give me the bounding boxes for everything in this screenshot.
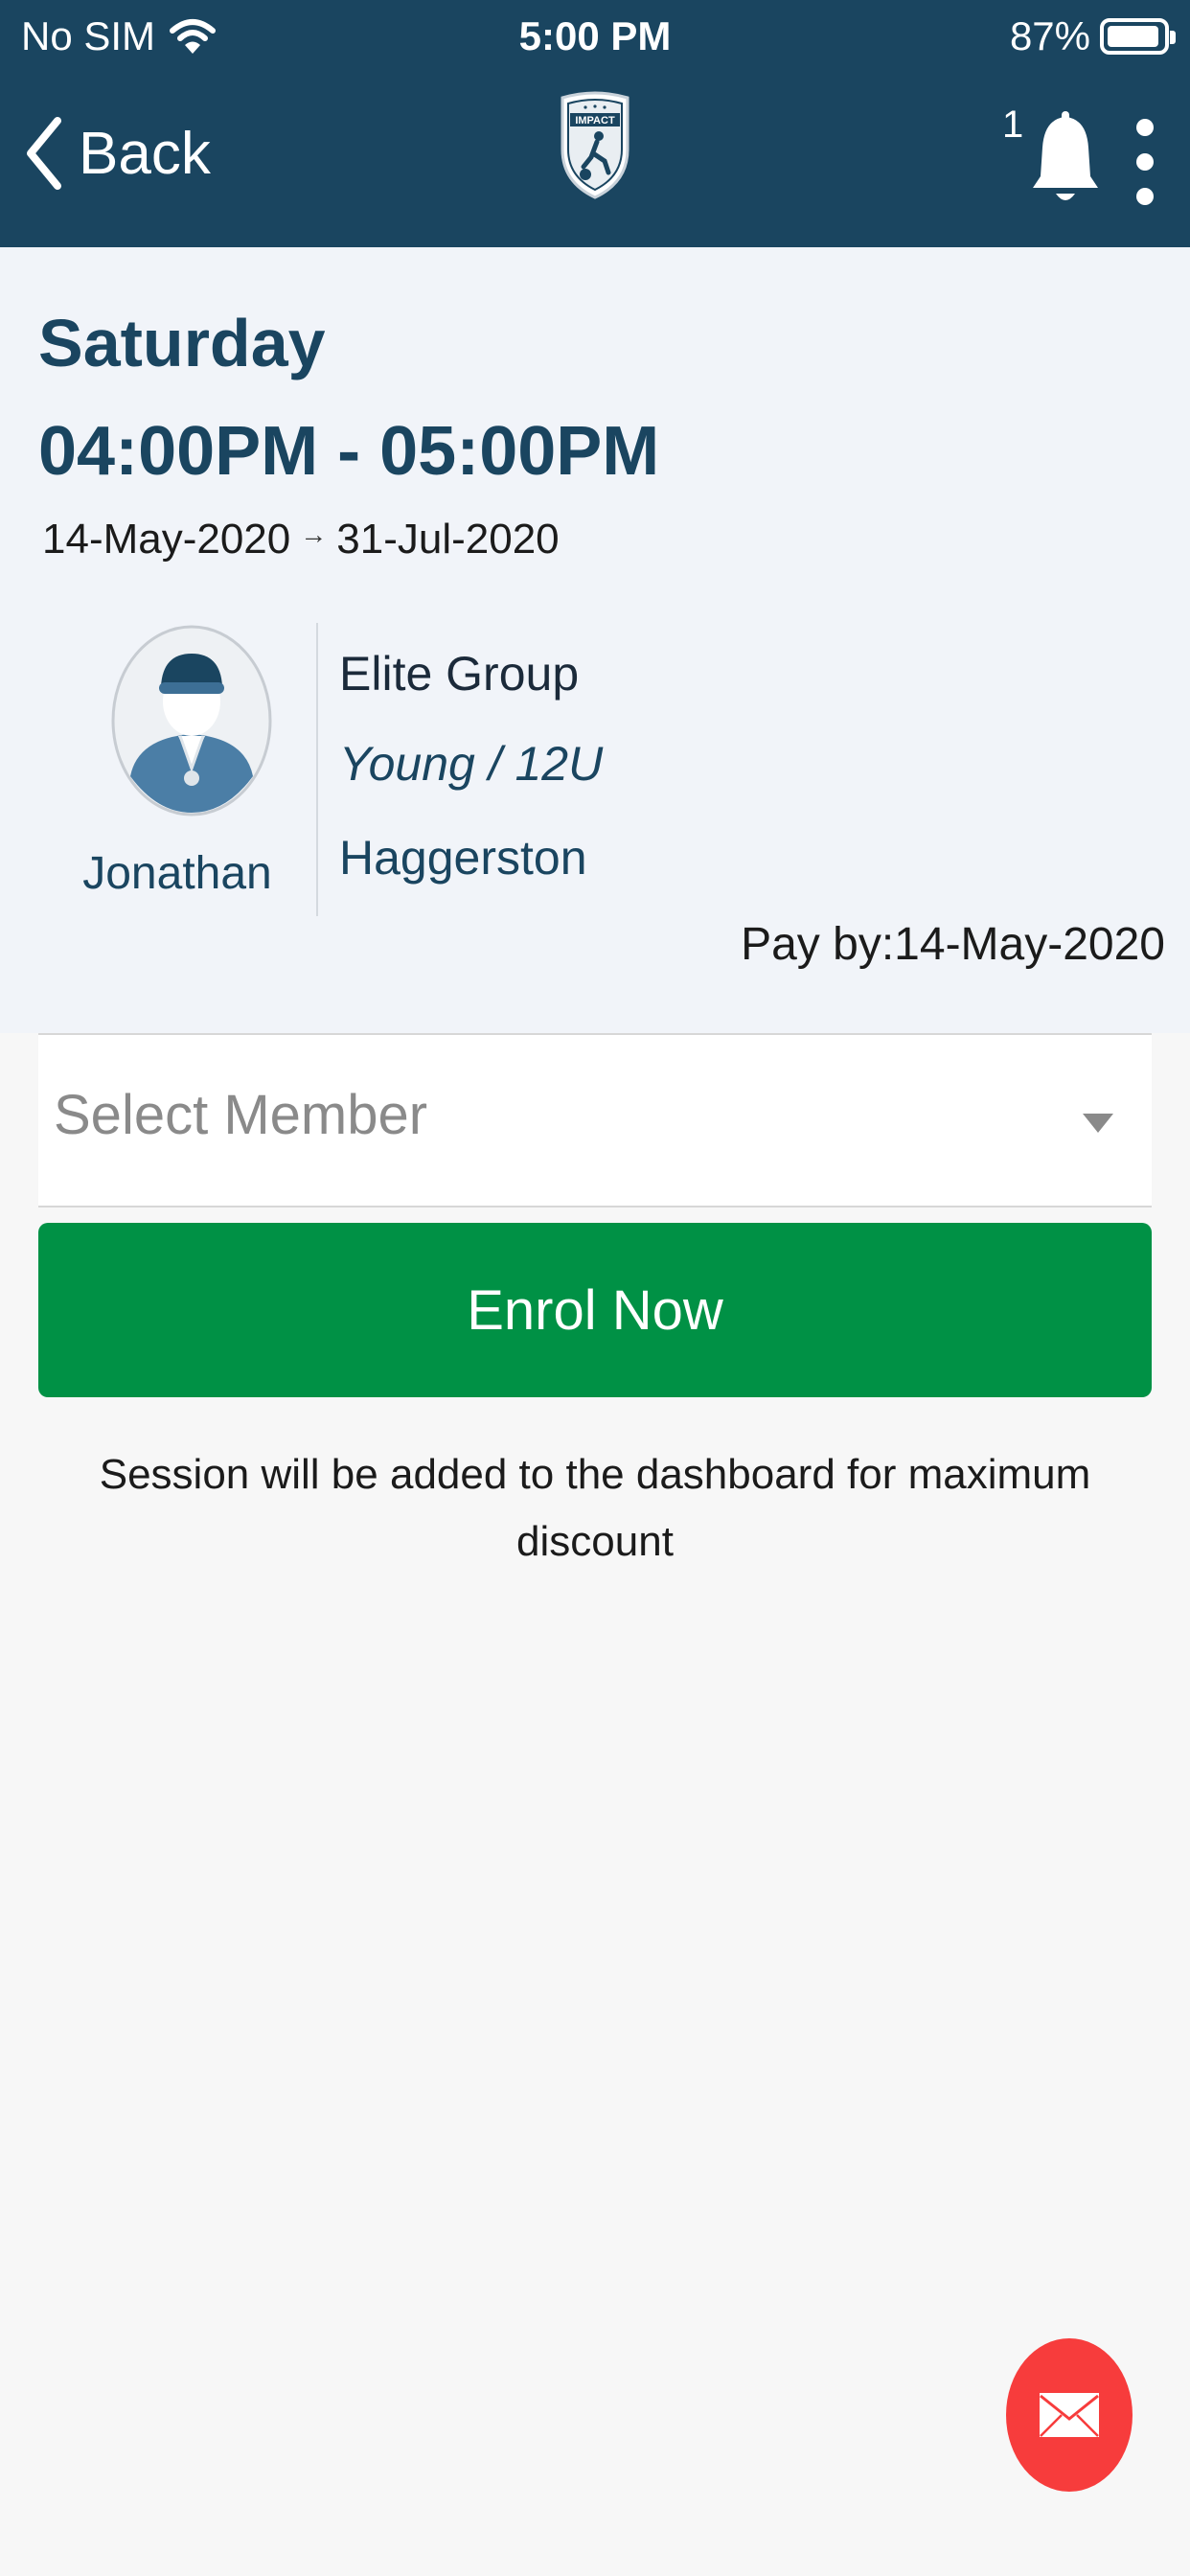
top-bar: No SIM 5:00 PM 87% Back IMPACT 1 [0, 0, 1190, 247]
chevron-left-icon [27, 117, 61, 190]
envelope-icon [1040, 2393, 1099, 2437]
enrol-now-button[interactable]: Enrol Now [38, 1223, 1152, 1397]
select-member-placeholder: Select Member [54, 1084, 428, 1146]
impact-logo-icon: IMPACT [561, 91, 629, 199]
logo-text: IMPACT [575, 115, 615, 126]
message-fab-button[interactable] [1006, 2338, 1133, 2492]
kebab-dot-icon [1136, 153, 1154, 171]
coach-name: Jonathan [82, 848, 272, 899]
select-member-dropdown[interactable]: Select Member [38, 1033, 1152, 1208]
kebab-dot-icon [1136, 188, 1154, 205]
bell-icon[interactable] [1027, 109, 1104, 209]
end-date: 31-Jul-2020 [336, 516, 560, 563]
notification-count: 1 [1002, 104, 1024, 146]
session-dates: 14-May-2020 → 31-Jul-2020 [42, 516, 560, 564]
back-button[interactable]: Back [23, 115, 211, 192]
nav-bar: Back IMPACT 1 [0, 80, 1190, 247]
battery-icon [1100, 18, 1176, 55]
back-label: Back [79, 120, 211, 187]
session-day: Saturday [38, 306, 326, 380]
status-right: 87% [1009, 13, 1176, 59]
vertical-divider [316, 623, 318, 916]
arrow-right-icon: → [300, 519, 328, 549]
battery-percent: 87% [1009, 13, 1090, 58]
caret-down-icon [1083, 1114, 1113, 1133]
pay-by-date: Pay by:14-May-2020 [741, 919, 1165, 970]
session-card: Saturday 04:00PM - 05:00PM 14-May-2020 →… [0, 247, 1190, 1033]
age-group: Young / 12U [339, 737, 604, 791]
status-bar: No SIM 5:00 PM 87% [0, 0, 1190, 80]
venue-location: Haggerston [339, 831, 587, 885]
discount-note: Session will be added to the dashboard f… [99, 1451, 1091, 1565]
start-date: 14-May-2020 [42, 516, 291, 563]
more-options-button[interactable] [1131, 119, 1159, 205]
coach-avatar-icon [111, 625, 272, 816]
session-time: 04:00PM - 05:00PM [38, 413, 660, 490]
group-name: Elite Group [339, 647, 580, 701]
kebab-dot-icon [1136, 119, 1154, 136]
